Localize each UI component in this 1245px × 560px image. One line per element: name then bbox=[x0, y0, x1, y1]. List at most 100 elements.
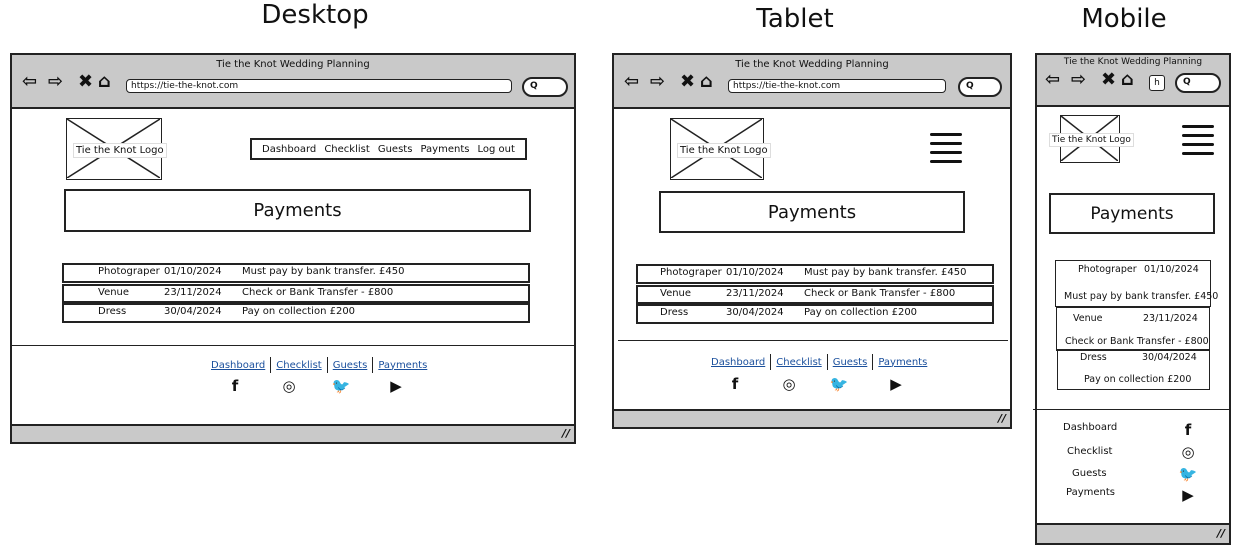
footer-link-checklist[interactable]: Checklist bbox=[271, 360, 326, 371]
facebook-icon[interactable]: f bbox=[726, 375, 744, 393]
twitter-icon[interactable]: 🐦 bbox=[828, 375, 850, 393]
footer-link-guests[interactable]: Guests bbox=[1072, 468, 1107, 479]
desktop-footer-divider bbox=[12, 345, 574, 346]
mobile-page-title: Payments bbox=[1049, 193, 1215, 234]
instagram-icon[interactable]: ◎ bbox=[280, 377, 298, 395]
payment-item: Photograper bbox=[660, 267, 722, 278]
mobile-footer-divider bbox=[1033, 409, 1229, 410]
logo-text: Tie the Knot Logo bbox=[677, 143, 771, 158]
home-shortcut-icon[interactable]: h bbox=[1149, 75, 1165, 91]
search-icon: Q bbox=[530, 81, 538, 91]
tablet-menu-icon[interactable] bbox=[930, 133, 962, 167]
youtube-icon[interactable]: ▶ bbox=[1178, 486, 1198, 504]
tablet-url-field[interactable]: https://tie-the-knot.com bbox=[728, 79, 946, 93]
mobile-logo: Tie the Knot Logo bbox=[1049, 115, 1134, 163]
back-icon[interactable]: ⇦ bbox=[22, 73, 37, 91]
resize-grip-icon[interactable]: // bbox=[998, 412, 1006, 425]
footer-link-payments[interactable]: Payments bbox=[1066, 487, 1115, 498]
mobile-window: Tie the Knot Wedding Planning ⇦ ⇨ ✖ ⌂ h … bbox=[1033, 53, 1231, 545]
payment-note: Pay on collection £200 bbox=[1084, 374, 1192, 385]
back-icon[interactable]: ⇦ bbox=[624, 73, 639, 91]
mobile-status-bar: // bbox=[1037, 523, 1229, 543]
nav-guests[interactable]: Guests bbox=[378, 144, 413, 155]
desktop-search-button[interactable]: Q bbox=[522, 77, 568, 97]
nav-logout[interactable]: Log out bbox=[478, 144, 515, 155]
youtube-icon[interactable]: ▶ bbox=[886, 375, 906, 393]
payment-item: Photograper bbox=[1078, 264, 1137, 275]
home-icon[interactable]: ⌂ bbox=[700, 73, 713, 91]
payment-note: Must pay by bank transfer. £450 bbox=[242, 266, 405, 277]
payment-item: Dress bbox=[98, 306, 127, 317]
payment-item: Venue bbox=[660, 288, 692, 299]
twitter-icon[interactable]: 🐦 bbox=[330, 377, 352, 395]
payment-note: Check or Bank Transfer - £800 bbox=[242, 287, 394, 298]
desktop-navbar: Dashboard Checklist Guests Payments Log … bbox=[250, 138, 527, 160]
logo-text: Tie the Knot Logo bbox=[73, 143, 167, 158]
desktop-window-title: Tie the Knot Wedding Planning bbox=[216, 59, 370, 70]
mobile-window-title: Tie the Knot Wedding Planning bbox=[1063, 57, 1203, 67]
payment-note: Pay on collection £200 bbox=[804, 307, 918, 318]
nav-payments[interactable]: Payments bbox=[420, 144, 469, 155]
payment-date: 30/04/2024 bbox=[1142, 352, 1197, 363]
tablet-search-button[interactable]: Q bbox=[958, 77, 1002, 97]
forward-icon[interactable]: ⇨ bbox=[1071, 71, 1086, 89]
payment-note: Check or Bank Transfer - £800 bbox=[804, 288, 956, 299]
payment-date: 01/10/2024 bbox=[1144, 264, 1199, 275]
forward-icon[interactable]: ⇨ bbox=[650, 73, 665, 91]
footer-link-checklist[interactable]: Checklist bbox=[1067, 446, 1112, 457]
desktop-logo: Tie the Knot Logo bbox=[66, 118, 167, 180]
youtube-icon[interactable]: ▶ bbox=[386, 377, 406, 395]
nav-dashboard[interactable]: Dashboard bbox=[262, 144, 316, 155]
payment-item: Dress bbox=[660, 307, 689, 318]
desktop-page-title: Payments bbox=[64, 189, 531, 232]
mobile-search-button[interactable]: Q bbox=[1175, 73, 1221, 93]
desktop-status-bar: // bbox=[12, 424, 574, 442]
back-icon[interactable]: ⇦ bbox=[1045, 71, 1060, 89]
payment-note: Must pay by bank transfer. £450 bbox=[804, 267, 967, 278]
footer-link-checklist[interactable]: Checklist bbox=[771, 357, 826, 368]
payment-row: Venue 23/11/2024 Check or Bank Transfer … bbox=[1056, 307, 1210, 351]
instagram-icon[interactable]: ◎ bbox=[780, 375, 798, 393]
footer-link-dashboard[interactable]: Dashboard bbox=[206, 360, 270, 371]
home-icon[interactable]: ⌂ bbox=[1121, 71, 1134, 89]
payment-date: 01/10/2024 bbox=[164, 266, 222, 277]
close-icon[interactable]: ✖ bbox=[78, 73, 93, 91]
tablet-window-title: Tie the Knot Wedding Planning bbox=[735, 59, 889, 70]
footer-link-dashboard[interactable]: Dashboard bbox=[706, 357, 770, 368]
payment-date: 01/10/2024 bbox=[726, 267, 784, 278]
mobile-menu-icon[interactable] bbox=[1182, 125, 1214, 159]
payment-row: Venue 23/11/2024 Check or Bank Transfer … bbox=[636, 285, 994, 304]
tablet-status-bar: // bbox=[614, 409, 1010, 427]
close-icon[interactable]: ✖ bbox=[680, 73, 695, 91]
forward-icon[interactable]: ⇨ bbox=[48, 73, 63, 91]
desktop-url-field[interactable]: https://tie-the-knot.com bbox=[126, 79, 512, 93]
nav-checklist[interactable]: Checklist bbox=[324, 144, 369, 155]
footer-link-payments[interactable]: Payments bbox=[873, 357, 932, 368]
search-icon: Q bbox=[1183, 77, 1191, 87]
payment-row: Venue 23/11/2024 Check or Bank Transfer … bbox=[62, 284, 530, 303]
payment-note: Pay on collection £200 bbox=[242, 306, 356, 317]
mobile-heading: Mobile bbox=[1081, 4, 1167, 34]
desktop-window: Tie the Knot Wedding Planning ⇦ ⇨ ✖ ⌂ ht… bbox=[10, 53, 576, 444]
facebook-icon[interactable]: f bbox=[226, 377, 244, 395]
footer-link-guests[interactable]: Guests bbox=[828, 357, 873, 368]
resize-grip-icon[interactable]: // bbox=[562, 427, 570, 440]
resize-grip-icon[interactable]: // bbox=[1217, 527, 1225, 540]
footer-link-dashboard[interactable]: Dashboard bbox=[1063, 422, 1117, 433]
close-icon[interactable]: ✖ bbox=[1101, 71, 1116, 89]
tablet-window: Tie the Knot Wedding Planning ⇦ ⇨ ✖ ⌂ ht… bbox=[612, 53, 1012, 429]
footer-link-guests[interactable]: Guests bbox=[328, 360, 373, 371]
facebook-icon[interactable]: f bbox=[1179, 421, 1197, 439]
tablet-heading: Tablet bbox=[756, 4, 834, 34]
payment-item: Venue bbox=[98, 287, 130, 298]
desktop-heading: Desktop bbox=[261, 0, 369, 30]
tablet-logo: Tie the Knot Logo bbox=[670, 118, 771, 180]
home-icon[interactable]: ⌂ bbox=[98, 73, 111, 91]
tablet-browser-chrome: Tie the Knot Wedding Planning ⇦ ⇨ ✖ ⌂ ht… bbox=[614, 55, 1010, 109]
payment-date: 23/11/2024 bbox=[164, 287, 222, 298]
instagram-icon[interactable]: ◎ bbox=[1179, 443, 1197, 461]
payment-note: Check or Bank Transfer - £800 bbox=[1065, 336, 1209, 347]
logo-text: Tie the Knot Logo bbox=[1049, 133, 1134, 147]
twitter-icon[interactable]: 🐦 bbox=[1177, 465, 1199, 483]
footer-link-payments[interactable]: Payments bbox=[373, 360, 432, 371]
